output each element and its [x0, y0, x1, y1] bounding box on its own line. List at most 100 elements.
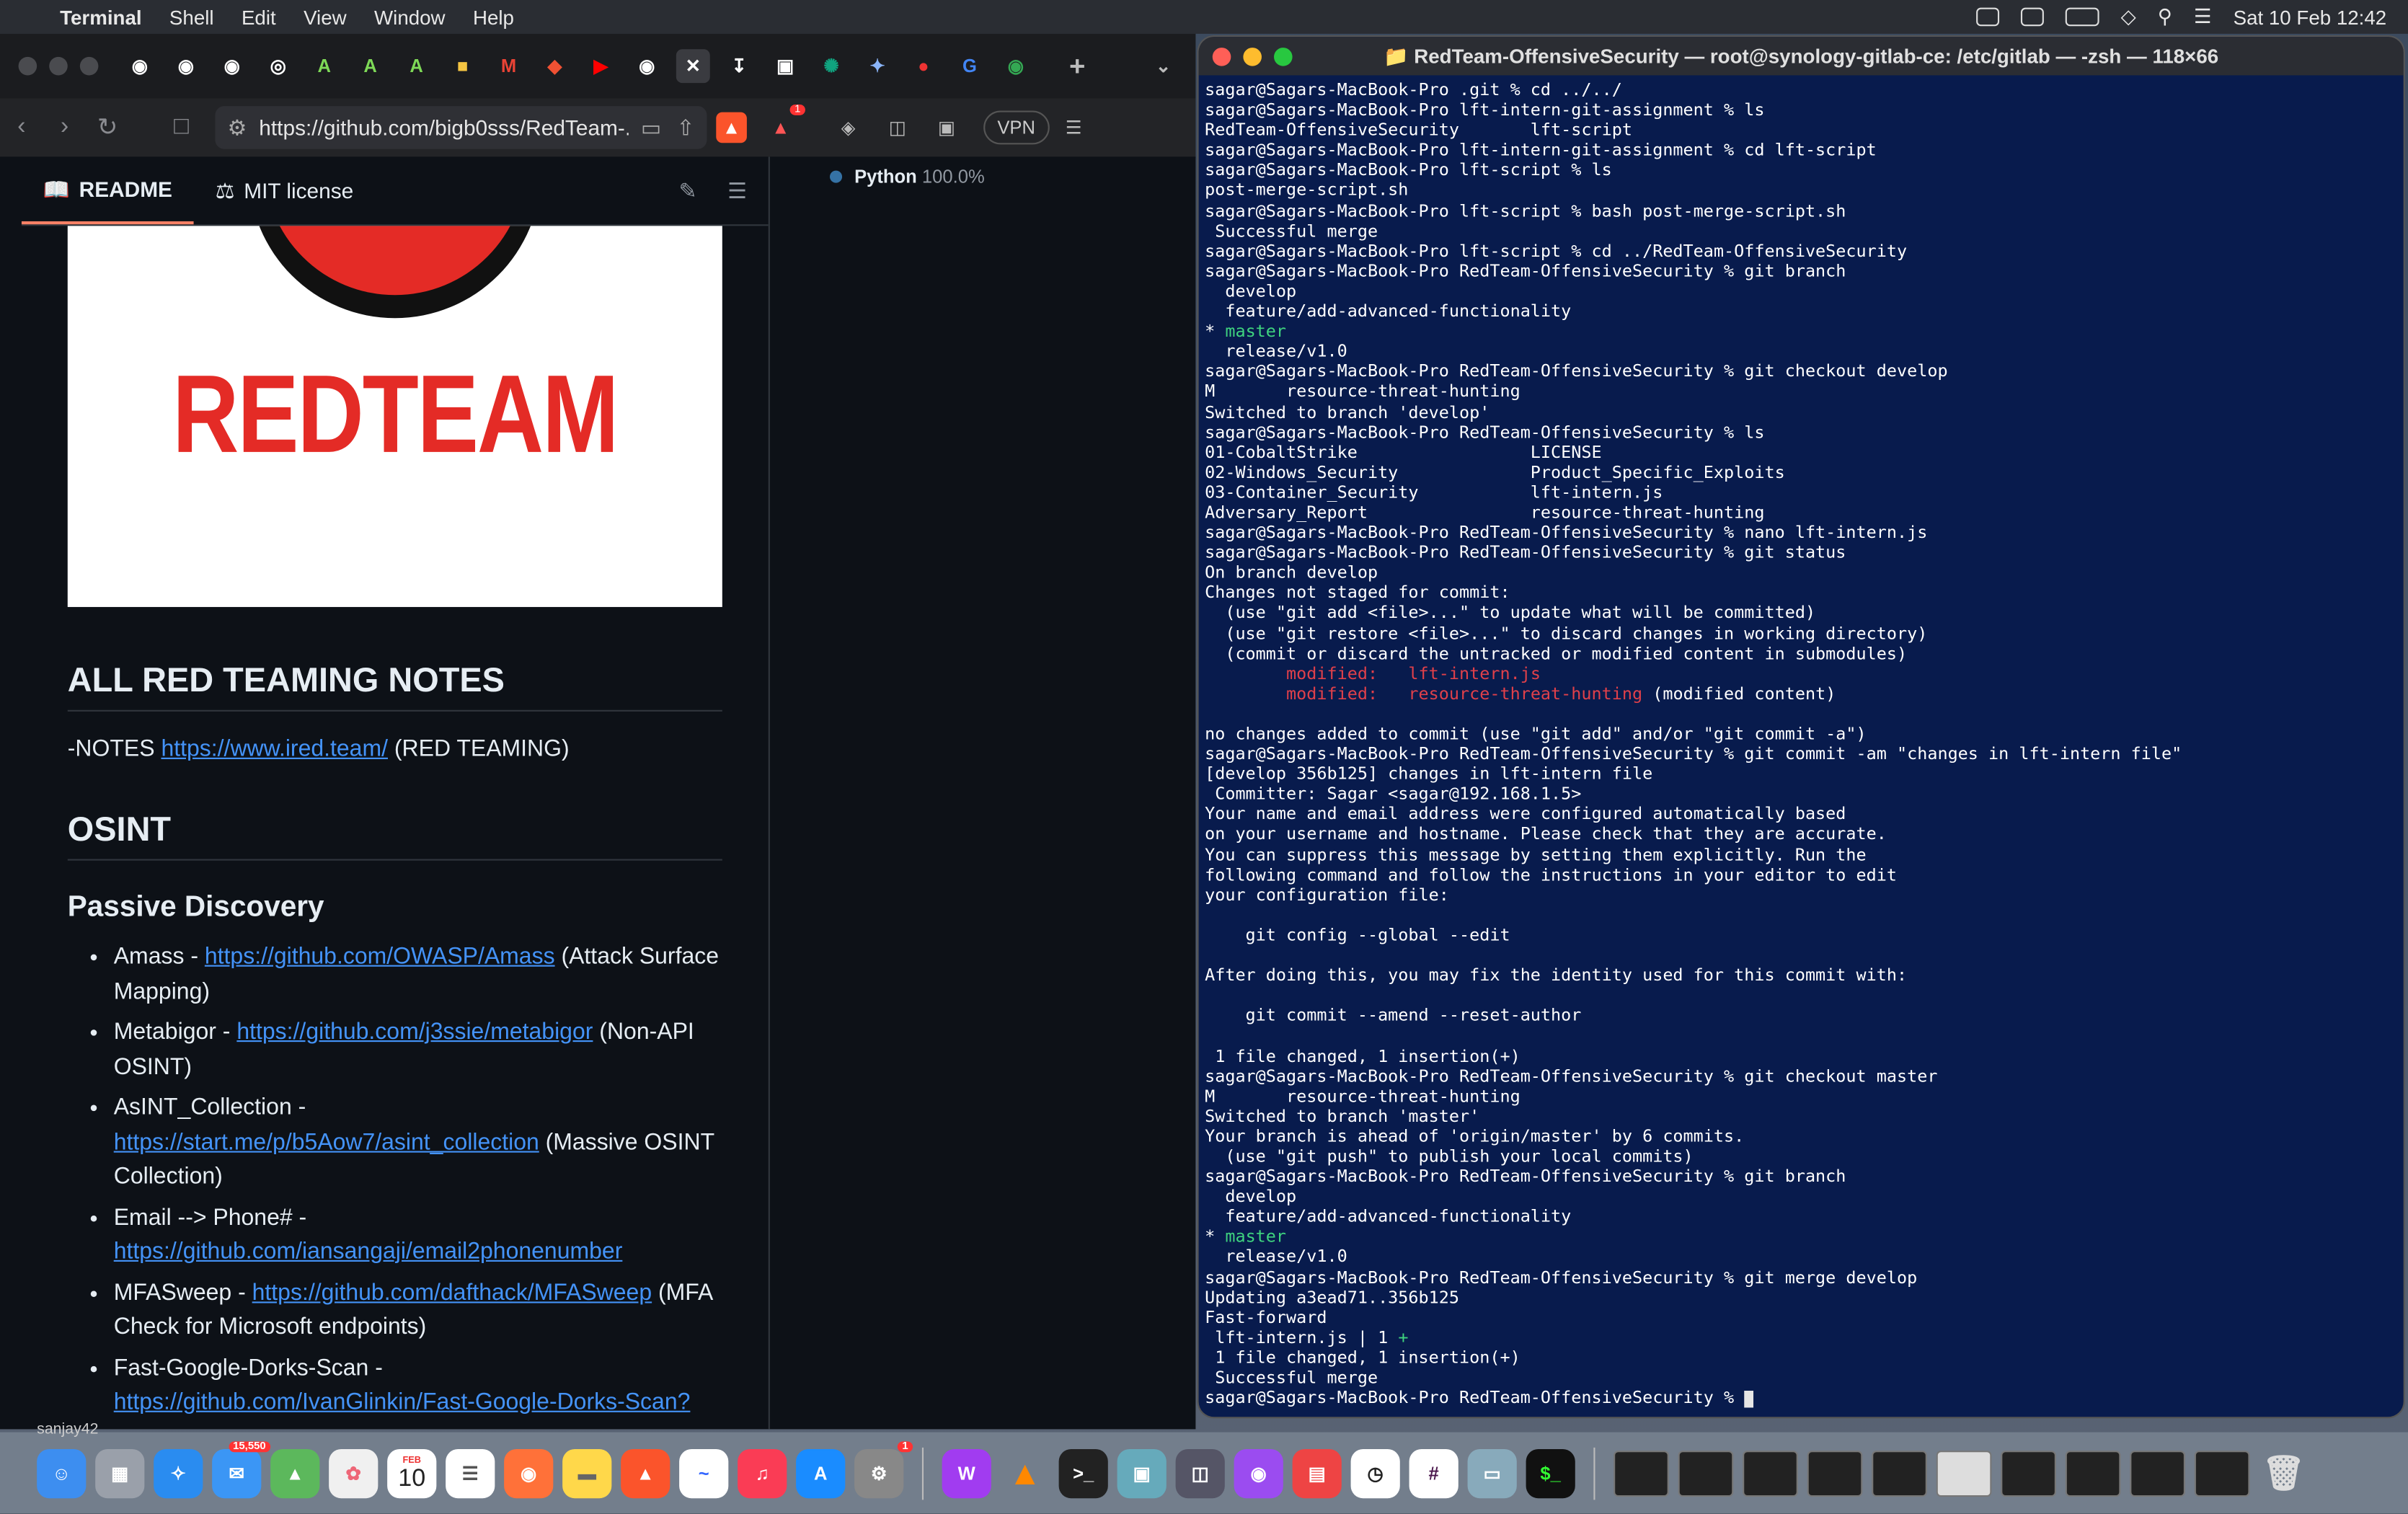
- notes-link[interactable]: https://www.ired.team/: [161, 736, 388, 762]
- vlc-icon[interactable]: ▲: [1001, 1448, 1050, 1497]
- minimized-window-thumbnail[interactable]: [2130, 1450, 2185, 1497]
- tab-icon[interactable]: A: [307, 49, 341, 83]
- system-settings-icon[interactable]: ⚙ 1: [854, 1440, 913, 1498]
- files-icon[interactable]: ◫: [1175, 1448, 1225, 1498]
- download-tab-icon[interactable]: ↧: [722, 49, 756, 83]
- close-window-button[interactable]: [18, 56, 37, 76]
- tool-link[interactable]: https://github.com/OWASP/Amass: [205, 944, 555, 970]
- screen-icon[interactable]: [2021, 7, 2045, 27]
- site-settings-icon[interactable]: ⚙: [227, 115, 247, 141]
- app-store-icon[interactable]: A: [796, 1448, 846, 1498]
- forward-icon[interactable]: ›: [43, 114, 87, 141]
- active-tab-close-icon[interactable]: ✕: [676, 49, 710, 84]
- reload-icon[interactable]: ↻: [86, 112, 129, 143]
- google-tab-icon[interactable]: G: [953, 49, 987, 83]
- terminal-window[interactable]: 📁 RedTeam-OffensiveSecurity — root@synol…: [1198, 37, 2404, 1417]
- language-name[interactable]: Python: [854, 166, 917, 187]
- tool-link[interactable]: https://start.me/p/b5Aow7/asint_collecti…: [114, 1129, 539, 1155]
- menu-help[interactable]: Help: [459, 5, 528, 28]
- slack-icon[interactable]: #: [1409, 1448, 1458, 1498]
- edit-icon[interactable]: ✎: [678, 177, 696, 203]
- menu-icon[interactable]: ☰: [1058, 112, 1089, 143]
- terminal-output[interactable]: sagar@Sagars-MacBook-Pro .git % cd ../..…: [1199, 75, 2404, 1412]
- tab-icon[interactable]: A: [399, 49, 433, 83]
- tab-icon[interactable]: A: [353, 49, 387, 83]
- back-icon[interactable]: ‹: [0, 114, 43, 141]
- tool-link[interactable]: https://github.com/j3ssie/metabigor: [236, 1019, 593, 1045]
- battery-icon[interactable]: [2065, 7, 2099, 27]
- tool-link[interactable]: https://github.com/dafthack/MFASweep: [252, 1279, 652, 1305]
- clock-icon[interactable]: ◷: [1350, 1448, 1400, 1498]
- wallet-icon[interactable]: ▣: [931, 112, 962, 143]
- vpn-button[interactable]: VPN: [983, 110, 1050, 145]
- control-center-icon[interactable]: ☰: [2194, 4, 2212, 29]
- iterm-icon[interactable]: $_: [1526, 1448, 1575, 1498]
- firefox-icon[interactable]: ◉: [504, 1448, 554, 1498]
- minimized-window-thumbnail[interactable]: [2194, 1450, 2250, 1497]
- brave-shields-icon[interactable]: ▲: [716, 112, 747, 143]
- clock[interactable]: Sat 10 Feb 12:42: [2234, 5, 2387, 28]
- outline-icon[interactable]: ☰: [727, 177, 747, 203]
- extensions-icon[interactable]: ◈: [833, 112, 864, 143]
- tool-link[interactable]: https://github.com/IvanGlinkin/Fast-Goog…: [114, 1389, 691, 1415]
- tab-list-chevron-icon[interactable]: ⌄: [1146, 49, 1180, 83]
- menu-app-name[interactable]: Terminal: [46, 5, 156, 28]
- brave-rewards-icon[interactable]: ▲ 1: [765, 104, 805, 143]
- trash-icon[interactable]: 🗑: [2259, 1448, 2308, 1497]
- minimized-window-thumbnail[interactable]: [1614, 1450, 1669, 1497]
- git-tab-icon[interactable]: ◆: [538, 49, 572, 83]
- sidebar-icon[interactable]: ◫: [882, 112, 913, 143]
- wps-icon[interactable]: W: [942, 1448, 991, 1498]
- music-icon[interactable]: ♫: [738, 1448, 787, 1498]
- share-icon[interactable]: ⇧: [676, 115, 694, 141]
- photos-icon[interactable]: ✿: [329, 1448, 379, 1498]
- minimized-window-thumbnail[interactable]: [1678, 1450, 1734, 1497]
- preview-icon[interactable]: ▣: [1117, 1448, 1167, 1498]
- maps-tab-icon[interactable]: ◉: [999, 49, 1032, 83]
- tab-icon[interactable]: ◎: [261, 49, 295, 83]
- menu-view[interactable]: View: [290, 5, 360, 28]
- tab-icon[interactable]: ▣: [769, 49, 802, 83]
- safari-icon[interactable]: ✧: [154, 1448, 203, 1498]
- minimized-window-thumbnail[interactable]: [2065, 1450, 2121, 1497]
- youtube-tab-icon[interactable]: ▶: [584, 49, 618, 83]
- finder-icon[interactable]: ☺: [37, 1448, 87, 1498]
- minimized-window-thumbnail[interactable]: [1807, 1450, 1863, 1497]
- maps-icon[interactable]: ▲: [270, 1448, 320, 1498]
- github-tab-icon[interactable]: ◉: [215, 49, 249, 83]
- terminal-icon[interactable]: >_: [1058, 1448, 1108, 1498]
- parallels-icon[interactable]: ▤: [1292, 1448, 1342, 1498]
- tab-readme[interactable]: 📖 README: [21, 156, 194, 225]
- gmail-tab-icon[interactable]: M: [492, 49, 526, 83]
- reminders-icon[interactable]: ☰: [446, 1448, 495, 1498]
- freeform-icon[interactable]: ~: [679, 1448, 729, 1498]
- display-icon[interactable]: ▭: [1467, 1448, 1517, 1498]
- chatgpt-tab-icon[interactable]: ✺: [815, 49, 849, 83]
- search-icon[interactable]: ⚲: [2158, 4, 2172, 29]
- menu-edit[interactable]: Edit: [228, 5, 290, 28]
- minimized-window-thumbnail[interactable]: [1936, 1450, 1992, 1497]
- tab-license[interactable]: ⚖ MIT license: [194, 156, 375, 224]
- calendar-icon[interactable]: FEB 10: [387, 1448, 437, 1498]
- minimized-window-thumbnail[interactable]: [1872, 1450, 1927, 1497]
- cast-icon[interactable]: ▭: [641, 115, 661, 141]
- box-tab-icon[interactable]: ■: [446, 49, 479, 83]
- minimized-window-thumbnail[interactable]: [2001, 1450, 2056, 1497]
- url-field[interactable]: ⚙ https://github.com/bigb0sss/RedTeam-..…: [215, 106, 707, 149]
- zoom-window-button[interactable]: [79, 56, 99, 76]
- podcasts-icon[interactable]: ◉: [1234, 1448, 1283, 1498]
- menu-shell[interactable]: Shell: [156, 5, 228, 28]
- github-tab-icon[interactable]: ◉: [123, 49, 157, 83]
- launchpad-icon[interactable]: ▦: [95, 1448, 145, 1498]
- menu-window[interactable]: Window: [360, 5, 459, 28]
- new-tab-button[interactable]: +: [1061, 49, 1094, 83]
- wifi-icon[interactable]: ◇: [2121, 4, 2136, 29]
- tool-link[interactable]: https://github.com/iansangaji/email2phon…: [114, 1239, 623, 1265]
- notes-icon[interactable]: ▬: [562, 1448, 612, 1498]
- url-text[interactable]: https://github.com/bigb0sss/RedTeam-...: [259, 115, 629, 140]
- github-tab-icon[interactable]: ◉: [169, 49, 203, 83]
- brave-icon[interactable]: ▲: [621, 1448, 670, 1498]
- minimized-window-thumbnail[interactable]: [1743, 1450, 1798, 1497]
- minimize-window-button[interactable]: [49, 56, 68, 76]
- keyboard-icon[interactable]: [1976, 7, 2000, 27]
